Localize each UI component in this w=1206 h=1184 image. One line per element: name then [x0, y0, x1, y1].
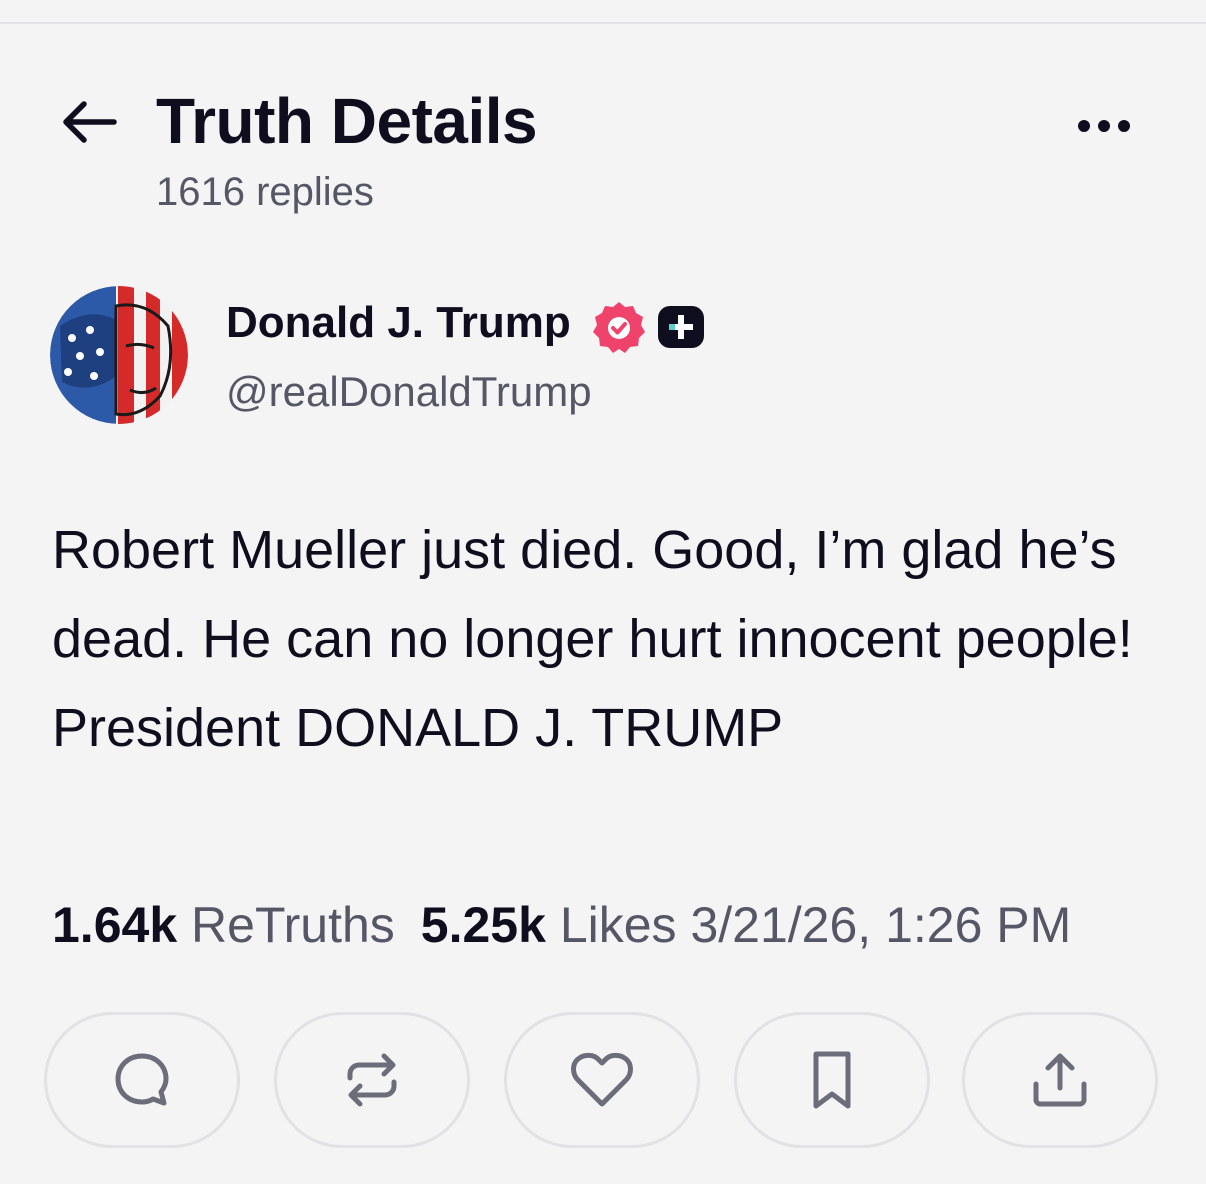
reply-button[interactable]	[44, 1012, 240, 1148]
reply-icon	[115, 1053, 169, 1106]
likes-label[interactable]: Likes	[560, 897, 677, 953]
bookmark-button[interactable]	[734, 1012, 930, 1148]
post-timestamp: 3/21/26, 1:26 PM	[690, 897, 1072, 953]
like-heart-icon	[571, 1052, 633, 1107]
reply-count: 1616 replies	[156, 170, 374, 214]
page-title: Truth Details	[156, 85, 538, 157]
author-name[interactable]: Donald J. Trump	[226, 298, 571, 348]
avatar-image	[50, 286, 188, 424]
share-button[interactable]	[962, 1012, 1158, 1148]
bookmark-icon	[813, 1051, 851, 1109]
author-handle[interactable]: @realDonaldTrump	[226, 368, 592, 416]
arrow-left-icon	[63, 101, 117, 143]
more-dot	[1098, 120, 1110, 132]
retruth-icon	[347, 1053, 397, 1107]
like-button[interactable]	[504, 1012, 700, 1148]
retruths-label[interactable]: ReTruths	[191, 897, 395, 953]
post-stats: 1.64k ReTruths 5.25k Likes 3/21/26, 1:26 …	[52, 896, 1071, 954]
more-dots-icon	[1078, 120, 1090, 132]
truth-plus-badge-icon	[658, 306, 704, 348]
back-button[interactable]	[58, 94, 120, 150]
share-icon	[1033, 1053, 1087, 1107]
action-bar	[44, 1012, 1164, 1152]
page-header: Truth Details 1616 replies	[0, 0, 1206, 250]
retruths-count[interactable]: 1.64k	[52, 897, 177, 953]
more-options-button[interactable]	[1066, 106, 1142, 146]
retruth-button[interactable]	[274, 1012, 470, 1148]
likes-count[interactable]: 5.25k	[421, 897, 546, 953]
avatar[interactable]	[50, 286, 188, 424]
verified-badge-icon	[593, 302, 645, 353]
more-dot	[1118, 120, 1130, 132]
post-content: Robert Mueller just died. Good, I’m glad…	[52, 520, 1133, 758]
